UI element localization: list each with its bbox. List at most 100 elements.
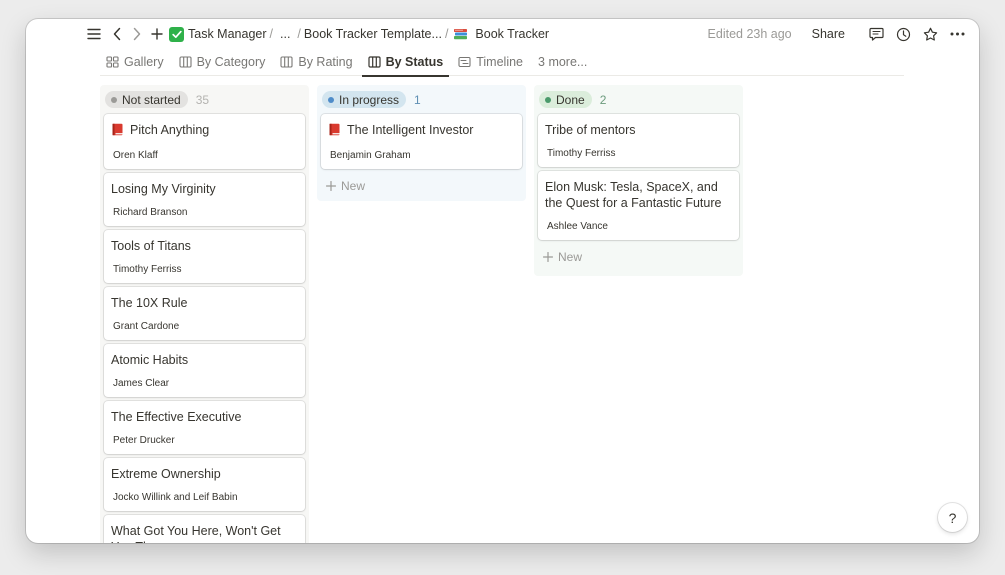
comment-icon[interactable] — [866, 24, 886, 44]
forward-icon[interactable] — [127, 24, 147, 44]
tab-by-status[interactable]: By Status — [361, 49, 450, 77]
tab-label: By Category — [196, 55, 266, 69]
view-tabs: Gallery By Category By Rating By Status … — [100, 49, 904, 77]
share-button[interactable]: Share — [812, 27, 845, 41]
card-list: Pitch Anything Oren Klaff Losing My Virg… — [100, 114, 309, 543]
card-author: Timothy Ferriss — [547, 148, 616, 159]
card-title: Tribe of mentors — [545, 123, 636, 137]
status-badge: In progress — [322, 91, 407, 108]
board-icon — [367, 56, 381, 68]
menu-icon[interactable] — [84, 24, 104, 44]
help-button[interactable]: ? — [938, 503, 967, 532]
card-title: Extreme Ownership — [111, 467, 221, 481]
history-clock-icon[interactable] — [893, 24, 913, 44]
breadcrumb-template[interactable]: Book Tracker Template... — [304, 27, 442, 41]
card-title: The Effective Executive — [111, 410, 242, 424]
card-author: Jocko Willink and Leif Babin — [113, 492, 238, 503]
red-book-icon — [111, 123, 124, 140]
card-author: Ashlee Vance — [547, 221, 608, 232]
tab-by-rating[interactable]: By Rating — [274, 49, 358, 76]
top-bar: Task Manager / ... / Book Tracker Templa… — [26, 19, 979, 49]
tab-label: Timeline — [476, 55, 524, 69]
status-badge: Done — [539, 91, 592, 108]
card-title: Atomic Habits — [111, 353, 189, 367]
card-title: Elon Musk: Tesla, SpaceX, and the Quest … — [545, 180, 722, 210]
book-card[interactable]: The Effective Executive Peter Drucker — [104, 401, 305, 454]
tab-timeline[interactable]: Timeline — [452, 49, 529, 76]
book-card[interactable]: Pitch Anything Oren Klaff — [104, 114, 305, 169]
card-title: What Got You Here, Won't Get You There — [111, 524, 281, 543]
topbar-actions: Edited 23h ago Share — [708, 25, 967, 43]
more-options-icon[interactable] — [947, 24, 967, 44]
new-label: New — [558, 250, 583, 264]
column-header[interactable]: Not started 35 — [100, 85, 309, 114]
card-author: James Clear — [113, 378, 170, 389]
new-label: New — [341, 179, 366, 193]
timeline-icon — [458, 56, 471, 68]
book-card[interactable]: Losing My Virginity Richard Branson — [104, 173, 305, 226]
add-page-icon[interactable] — [147, 24, 167, 44]
column-done: Done 2 Tribe of mentors Timothy Ferriss … — [534, 85, 743, 276]
column-header[interactable]: Done 2 — [534, 85, 743, 114]
board-icon — [179, 56, 192, 68]
column-count: 1 — [414, 92, 421, 107]
books-icon — [453, 27, 469, 41]
card-author: Oren Klaff — [113, 150, 158, 161]
card-title: Tools of Titans — [111, 239, 191, 253]
tab-gallery[interactable]: Gallery — [100, 49, 170, 76]
back-icon[interactable] — [107, 24, 127, 44]
book-card[interactable]: Tools of Titans Timothy Ferriss — [104, 230, 305, 283]
new-card-button[interactable]: New — [317, 173, 526, 199]
card-author: Timothy Ferriss — [113, 264, 182, 275]
book-card[interactable]: Atomic Habits James Clear — [104, 344, 305, 397]
card-title: Losing My Virginity — [111, 182, 216, 196]
breadcrumb-separator: / — [269, 27, 273, 41]
breadcrumb-page[interactable]: Book Tracker — [475, 27, 549, 41]
column-in-progress: In progress 1 The Intelligent Investor B… — [317, 85, 526, 201]
card-list: The Intelligent Investor Benjamin Graham — [317, 114, 526, 169]
edited-timestamp: Edited 23h ago — [707, 27, 792, 41]
tab-label: By Rating — [298, 55, 353, 69]
favorite-star-icon[interactable] — [920, 24, 940, 44]
status-dot — [545, 96, 551, 103]
gallery-icon — [106, 56, 119, 68]
card-author: Grant Cardone — [113, 321, 180, 332]
more-views-button[interactable]: 3 more... — [532, 55, 593, 69]
plus-icon — [543, 252, 553, 262]
column-count: 2 — [599, 92, 607, 107]
card-title: Pitch Anything — [111, 122, 299, 140]
check-icon — [169, 26, 184, 42]
tab-label: Gallery — [124, 55, 164, 69]
breadcrumb-separator: / — [297, 27, 301, 41]
new-card-button[interactable]: New — [534, 244, 743, 270]
book-card[interactable]: The Intelligent Investor Benjamin Graham — [321, 114, 522, 169]
column-title: Done — [556, 92, 585, 107]
red-book-icon — [328, 123, 341, 140]
status-dot — [111, 96, 117, 103]
card-title: The Intelligent Investor — [328, 122, 516, 140]
tab-by-category[interactable]: By Category — [173, 49, 272, 76]
tab-label: By Status — [385, 55, 444, 69]
book-card[interactable]: Elon Musk: Tesla, SpaceX, and the Quest … — [538, 171, 739, 240]
navigation-controls: Task Manager / ... / Book Tracker Templa… — [84, 25, 549, 43]
book-card[interactable]: Extreme Ownership Jocko Willink and Leif… — [104, 458, 305, 511]
column-header[interactable]: In progress 1 — [317, 85, 526, 114]
breadcrumb-ellipsis[interactable]: ... — [280, 27, 290, 41]
card-title: The 10X Rule — [111, 296, 188, 310]
column-title: Not started — [122, 92, 181, 107]
breadcrumb-separator: / — [444, 27, 449, 41]
card-author: Benjamin Graham — [330, 150, 411, 161]
book-card[interactable]: Tribe of mentors Timothy Ferriss — [538, 114, 739, 167]
app-window: Task Manager / ... / Book Tracker Templa… — [26, 19, 979, 543]
column-count: 35 — [195, 92, 210, 107]
plus-icon — [326, 181, 336, 191]
column-not-started: Not started 35 Pitch Anything Oren Klaff… — [100, 85, 309, 543]
card-list: Tribe of mentors Timothy Ferriss Elon Mu… — [534, 114, 743, 240]
card-author: Peter Drucker — [113, 435, 175, 446]
card-author: Richard Branson — [113, 207, 188, 218]
status-badge: Not started — [105, 91, 188, 108]
book-card[interactable]: What Got You Here, Won't Get You There — [104, 515, 305, 543]
status-dot — [328, 96, 334, 103]
book-card[interactable]: The 10X Rule Grant Cardone — [104, 287, 305, 340]
breadcrumb-workspace[interactable]: Task Manager — [188, 27, 267, 41]
